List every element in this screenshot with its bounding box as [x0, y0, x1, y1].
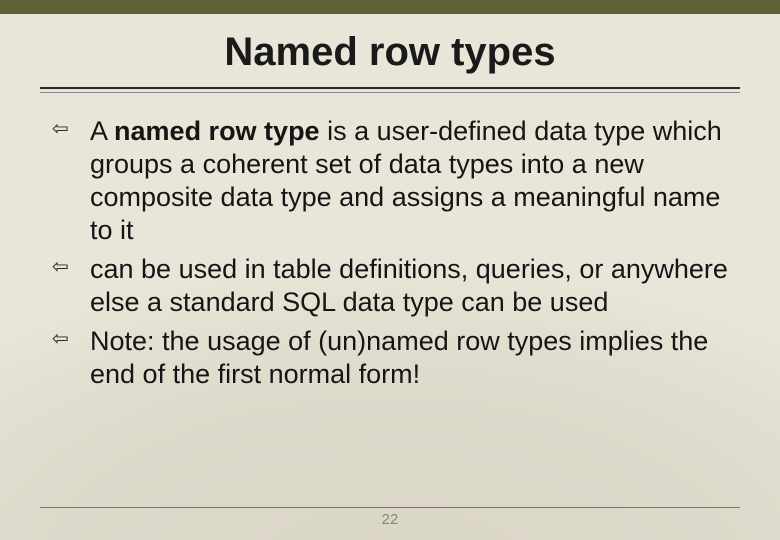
page-number: 22: [0, 511, 780, 528]
slide-body: A named row type is a user-defined data …: [0, 93, 780, 391]
bullet-rest: Note: the usage of (un)named row types i…: [90, 326, 708, 389]
bullet-lead: A: [90, 116, 114, 146]
title-area: Named row types: [0, 0, 780, 93]
list-item: Note: the usage of (un)named row types i…: [42, 325, 738, 391]
list-item: can be used in table definitions, querie…: [42, 253, 738, 319]
bullet-list: A named row type is a user-defined data …: [42, 115, 738, 391]
bullet-bold: named row type: [114, 116, 320, 146]
bullet-rest: can be used in table definitions, querie…: [90, 254, 728, 317]
list-item: A named row type is a user-defined data …: [42, 115, 738, 247]
slide: Named row types A named row type is a us…: [0, 0, 780, 540]
slide-title: Named row types: [214, 30, 565, 81]
footer-rule: [40, 507, 740, 508]
